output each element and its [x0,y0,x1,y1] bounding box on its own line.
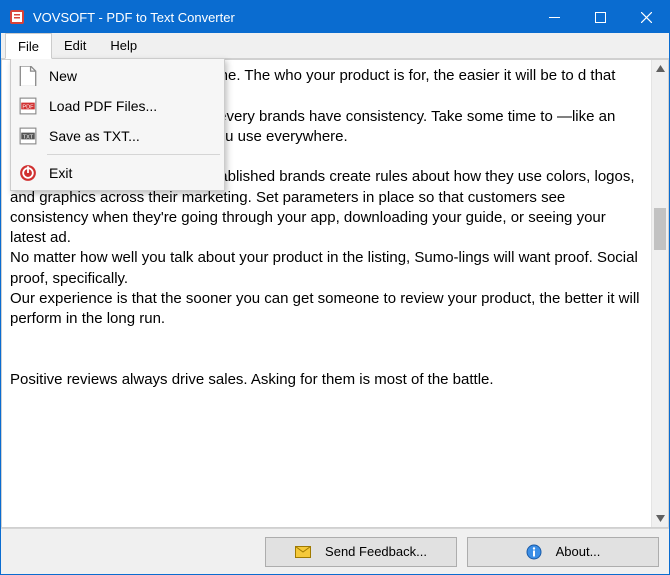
titlebar[interactable]: VOVSOFT - PDF to Text Converter [1,1,669,33]
menu-file[interactable]: File [5,33,52,59]
window-controls [531,1,669,33]
maximize-button[interactable] [577,1,623,33]
send-feedback-button[interactable]: Send Feedback... [265,537,457,567]
menu-edit[interactable]: Edit [52,33,98,58]
menu-help[interactable]: Help [98,33,149,58]
menu-item-load-pdf[interactable]: PDF Load PDF Files... [13,91,222,121]
bottom-bar: Send Feedback... About... [1,528,669,574]
svg-text:PDF: PDF [22,104,34,110]
menu-item-exit-label: Exit [49,165,72,181]
app-window: VOVSOFT - PDF to Text Converter File Edi… [0,0,670,575]
menu-item-load-label: Load PDF Files... [49,98,157,114]
menu-item-save-label: Save as TXT... [49,128,140,144]
new-file-icon [19,67,37,85]
menu-item-new-label: New [49,68,77,84]
menu-item-save-txt[interactable]: TXT Save as TXT... [13,121,222,151]
pdf-icon: PDF [19,97,37,115]
app-icon [9,9,25,25]
window-title: VOVSOFT - PDF to Text Converter [33,10,531,25]
vertical-scrollbar[interactable] [651,60,668,527]
menu-item-exit[interactable]: Exit [13,158,222,188]
scroll-down-icon[interactable] [652,510,668,527]
scroll-up-icon[interactable] [652,60,668,77]
about-label: About... [556,544,601,559]
file-dropdown: New PDF Load PDF Files... TXT Save as TX… [10,58,225,191]
exit-icon [19,164,37,182]
info-icon [526,544,542,560]
minimize-button[interactable] [531,1,577,33]
send-feedback-label: Send Feedback... [325,544,427,559]
menu-item-new[interactable]: New [13,61,222,91]
txt-icon: TXT [19,127,37,145]
scroll-thumb[interactable] [654,208,666,250]
close-button[interactable] [623,1,669,33]
about-button[interactable]: About... [467,537,659,567]
menu-separator [47,154,220,155]
envelope-icon [295,544,311,560]
svg-text:TXT: TXT [23,134,34,140]
menubar: File Edit Help [1,33,669,59]
